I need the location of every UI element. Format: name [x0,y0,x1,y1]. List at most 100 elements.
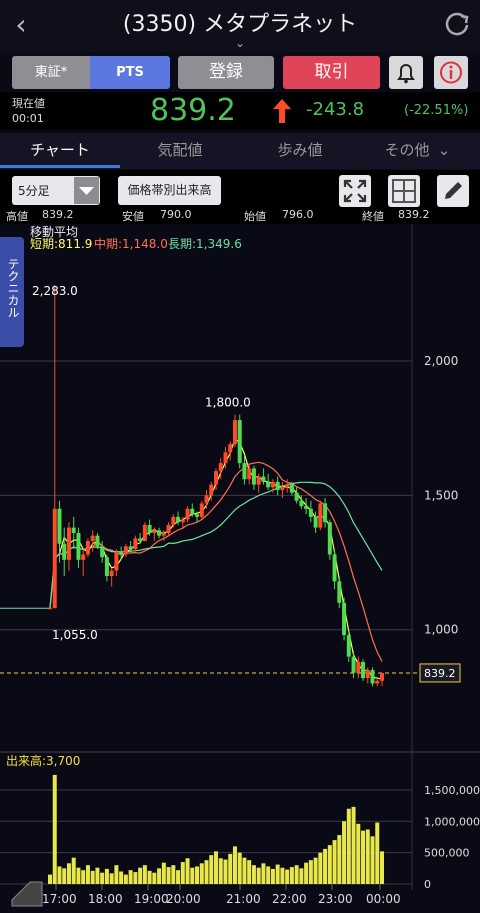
volume-bar [81,870,86,884]
volume-bar [280,867,285,884]
volume-bar [228,853,233,884]
candle-body [327,522,332,555]
candle-body [185,508,190,520]
candle-body [308,508,313,517]
alert-bell-button[interactable] [389,56,423,89]
candle-body [228,444,233,453]
time-tick-label: 17:00 [42,892,77,906]
volume-bar [104,868,109,884]
register-button[interactable]: 登録 [178,56,274,89]
time-tick-label: 22:00 [272,892,307,906]
volume-bar [242,857,247,884]
volume-bar [294,865,299,884]
volume-bar [304,862,309,884]
candle-body [161,532,166,536]
open-value: 796.0 [282,208,314,221]
tab-active-indicator [0,165,120,168]
chevron-down-icon[interactable]: ⌄ [436,133,452,167]
expand-chevron-icon[interactable]: ⌄ [230,36,250,50]
volume-bar [270,868,275,884]
info-button[interactable] [434,56,468,89]
tab-other[interactable]: その他 [372,133,442,167]
candle-body [190,508,195,515]
volume-bar [109,873,114,884]
info-icon [440,61,462,84]
fullscreen-button[interactable] [339,175,371,207]
volume-bar [356,823,361,884]
time-tick-label: 23:00 [318,892,353,906]
volume-bar [176,870,181,884]
refresh-icon[interactable] [440,8,474,42]
market-pts-button[interactable]: PTS [90,56,170,89]
candle-body [294,492,299,501]
peak-annotation: 1,800.0 [205,396,251,410]
volume-bar [161,862,166,884]
volume-bar [299,868,304,884]
candle-body [285,484,290,488]
layout-button[interactable] [388,175,420,207]
high-label: 高値 [6,210,28,223]
candle-body [114,551,119,571]
candle-body [52,508,57,609]
volume-bar [199,863,204,884]
candle-body [261,476,266,482]
candle-body [166,524,171,533]
candle-body [332,554,337,582]
candle-body [128,546,133,550]
corner-widget-icon [11,881,43,907]
current-price: 839.2 [150,93,236,128]
tab-chart[interactable]: チャート [0,133,120,167]
volume-bar [251,865,256,884]
candle-body [280,487,285,490]
volume-bar [223,859,228,884]
tab-time-and-sales[interactable]: 歩み値 [240,133,360,167]
volume-bar [327,845,332,884]
volume-by-price-button[interactable]: 価格帯別出来高 [118,176,221,205]
candle-body [90,535,95,542]
price-change-percent: (-22.51%) [404,103,469,118]
candle-body [85,541,90,555]
draw-button[interactable] [437,175,469,207]
volume-bar [214,851,218,884]
candle-body [275,481,280,490]
candle-body [123,546,128,555]
candle-body [48,608,52,610]
candle-body [346,635,351,657]
back-icon[interactable]: ‹ [6,8,36,42]
candle-body [375,680,380,684]
expand-arrows-icon [343,179,367,203]
technical-panel-label: テクニカル [6,258,20,318]
volume-bar [380,851,384,884]
candle-body [180,519,185,523]
market-tosho-button[interactable]: 東証* [12,56,90,89]
volume-bar [171,865,176,884]
candle-body [313,516,318,528]
volume-bar [375,822,380,884]
candlestick-chart[interactable]: 2,000 1,500 1,000 1,500,000 1,000,000 500,000… [0,224,480,913]
volume-bar [52,774,57,884]
candle-body [171,516,176,525]
candle-body [270,481,275,488]
candle-body [251,468,256,485]
volume-bar [247,860,252,884]
dropdown-arrow-icon[interactable] [74,177,99,204]
candle-body [247,468,252,480]
volume-bar [85,865,90,884]
high-value: 839.2 [42,208,74,221]
volume-tick-label: 500,000 [424,847,470,860]
volume-bar [190,867,195,884]
close-value: 839.2 [398,208,430,221]
volume-bar [76,867,81,884]
trade-button[interactable]: 取引 [283,56,380,89]
close-label: 終値 [362,210,384,223]
volume-bar [157,868,162,884]
candle-body [95,535,100,547]
candle-body [342,602,347,636]
tab-quotes[interactable]: 気配値 [120,133,240,167]
volume-bar [308,860,313,884]
pencil-icon [445,182,462,199]
volume-bar [342,821,347,884]
low-annotation: 1,055.0 [52,628,98,642]
candle-body [76,532,81,560]
volume-bar [232,846,237,884]
